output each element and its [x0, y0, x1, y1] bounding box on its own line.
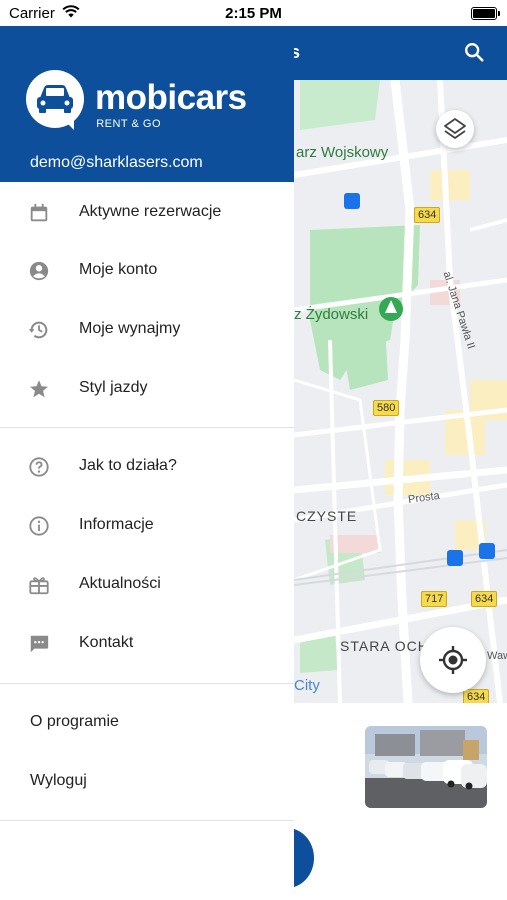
menu-item-label: Kontakt [79, 634, 134, 651]
menu-divider [0, 820, 294, 821]
user-email: demo@sharklasers.com [30, 154, 203, 171]
menu-item-label: Moje wynajmy [79, 320, 181, 337]
menu-item-about[interactable]: O programie [0, 694, 294, 752]
menu-item-label: Aktywne rezerwacje [79, 203, 222, 220]
map-label-waw: Waw [487, 650, 507, 662]
brand-tagline: RENT & GO [96, 118, 161, 130]
car-location-thumbnail[interactable] [365, 726, 487, 808]
parking-lot-image [365, 726, 487, 808]
menu-item-label: Aktualności [79, 575, 161, 592]
map-label-stara-ochota: STARA OCH [340, 638, 429, 654]
layers-button[interactable] [436, 110, 474, 148]
menu-item-label: Moje konto [79, 261, 158, 278]
menu-item-label: Informacje [79, 516, 154, 533]
star-icon [30, 380, 48, 398]
brand-name: mobicars [95, 78, 247, 117]
search-icon[interactable] [463, 41, 485, 63]
info-icon [29, 516, 49, 536]
menu-divider [0, 683, 294, 684]
menu-item-information[interactable]: Informacje [0, 497, 294, 555]
calendar-icon [30, 203, 48, 222]
chat-icon [30, 635, 49, 653]
layers-icon [444, 118, 466, 139]
menu-item-label: Jak to działa? [79, 457, 177, 474]
map-label-cemetery-jewish: z Żydowski [294, 306, 369, 323]
menu-item-label: O programie [30, 713, 119, 730]
menu-item-news[interactable]: Aktualności [0, 556, 294, 614]
account-icon [29, 261, 49, 281]
map-label-czyste: CZYSTE [296, 508, 358, 524]
history-icon [28, 321, 48, 339]
help-icon [29, 457, 49, 477]
status-bar: Carrier 2:15 PM [0, 0, 507, 26]
menu-divider [0, 427, 294, 428]
menu-item-driving-style[interactable]: Styl jazdy [0, 360, 294, 418]
menu-item-logout[interactable]: Wyloguj [0, 753, 294, 811]
battery-icon [471, 7, 500, 20]
battery-level [473, 9, 495, 18]
map-label-cemetery-military: arz Wojskowy [296, 144, 389, 161]
road-shield: 634 [414, 207, 441, 223]
road-shield: 634 [471, 591, 498, 607]
my-location-button[interactable] [420, 627, 486, 693]
menu-item-label: Styl jazdy [79, 379, 148, 396]
menu-item-my-rentals[interactable]: Moje wynajmy [0, 301, 294, 359]
menu-item-my-account[interactable]: Moje konto [0, 242, 294, 300]
clock: 2:15 PM [225, 5, 282, 22]
drawer-header: mobicars RENT & GO demo@sharklasers.com [0, 26, 294, 182]
navigation-drawer: mobicars RENT & GO demo@sharklasers.com … [0, 26, 294, 900]
map-label-city: City [294, 677, 320, 694]
road-shield: 717 [421, 591, 448, 607]
road-shield: 580 [373, 400, 400, 416]
crosshair-icon [439, 646, 467, 674]
menu-item-how-it-works[interactable]: Jak to działa? [0, 438, 294, 496]
menu-item-label: Wyloguj [30, 772, 87, 789]
gift-icon [29, 577, 49, 595]
menu-item-contact[interactable]: Kontakt [0, 615, 294, 673]
menu-item-active-reservations[interactable]: Aktywne rezerwacje [0, 184, 294, 242]
